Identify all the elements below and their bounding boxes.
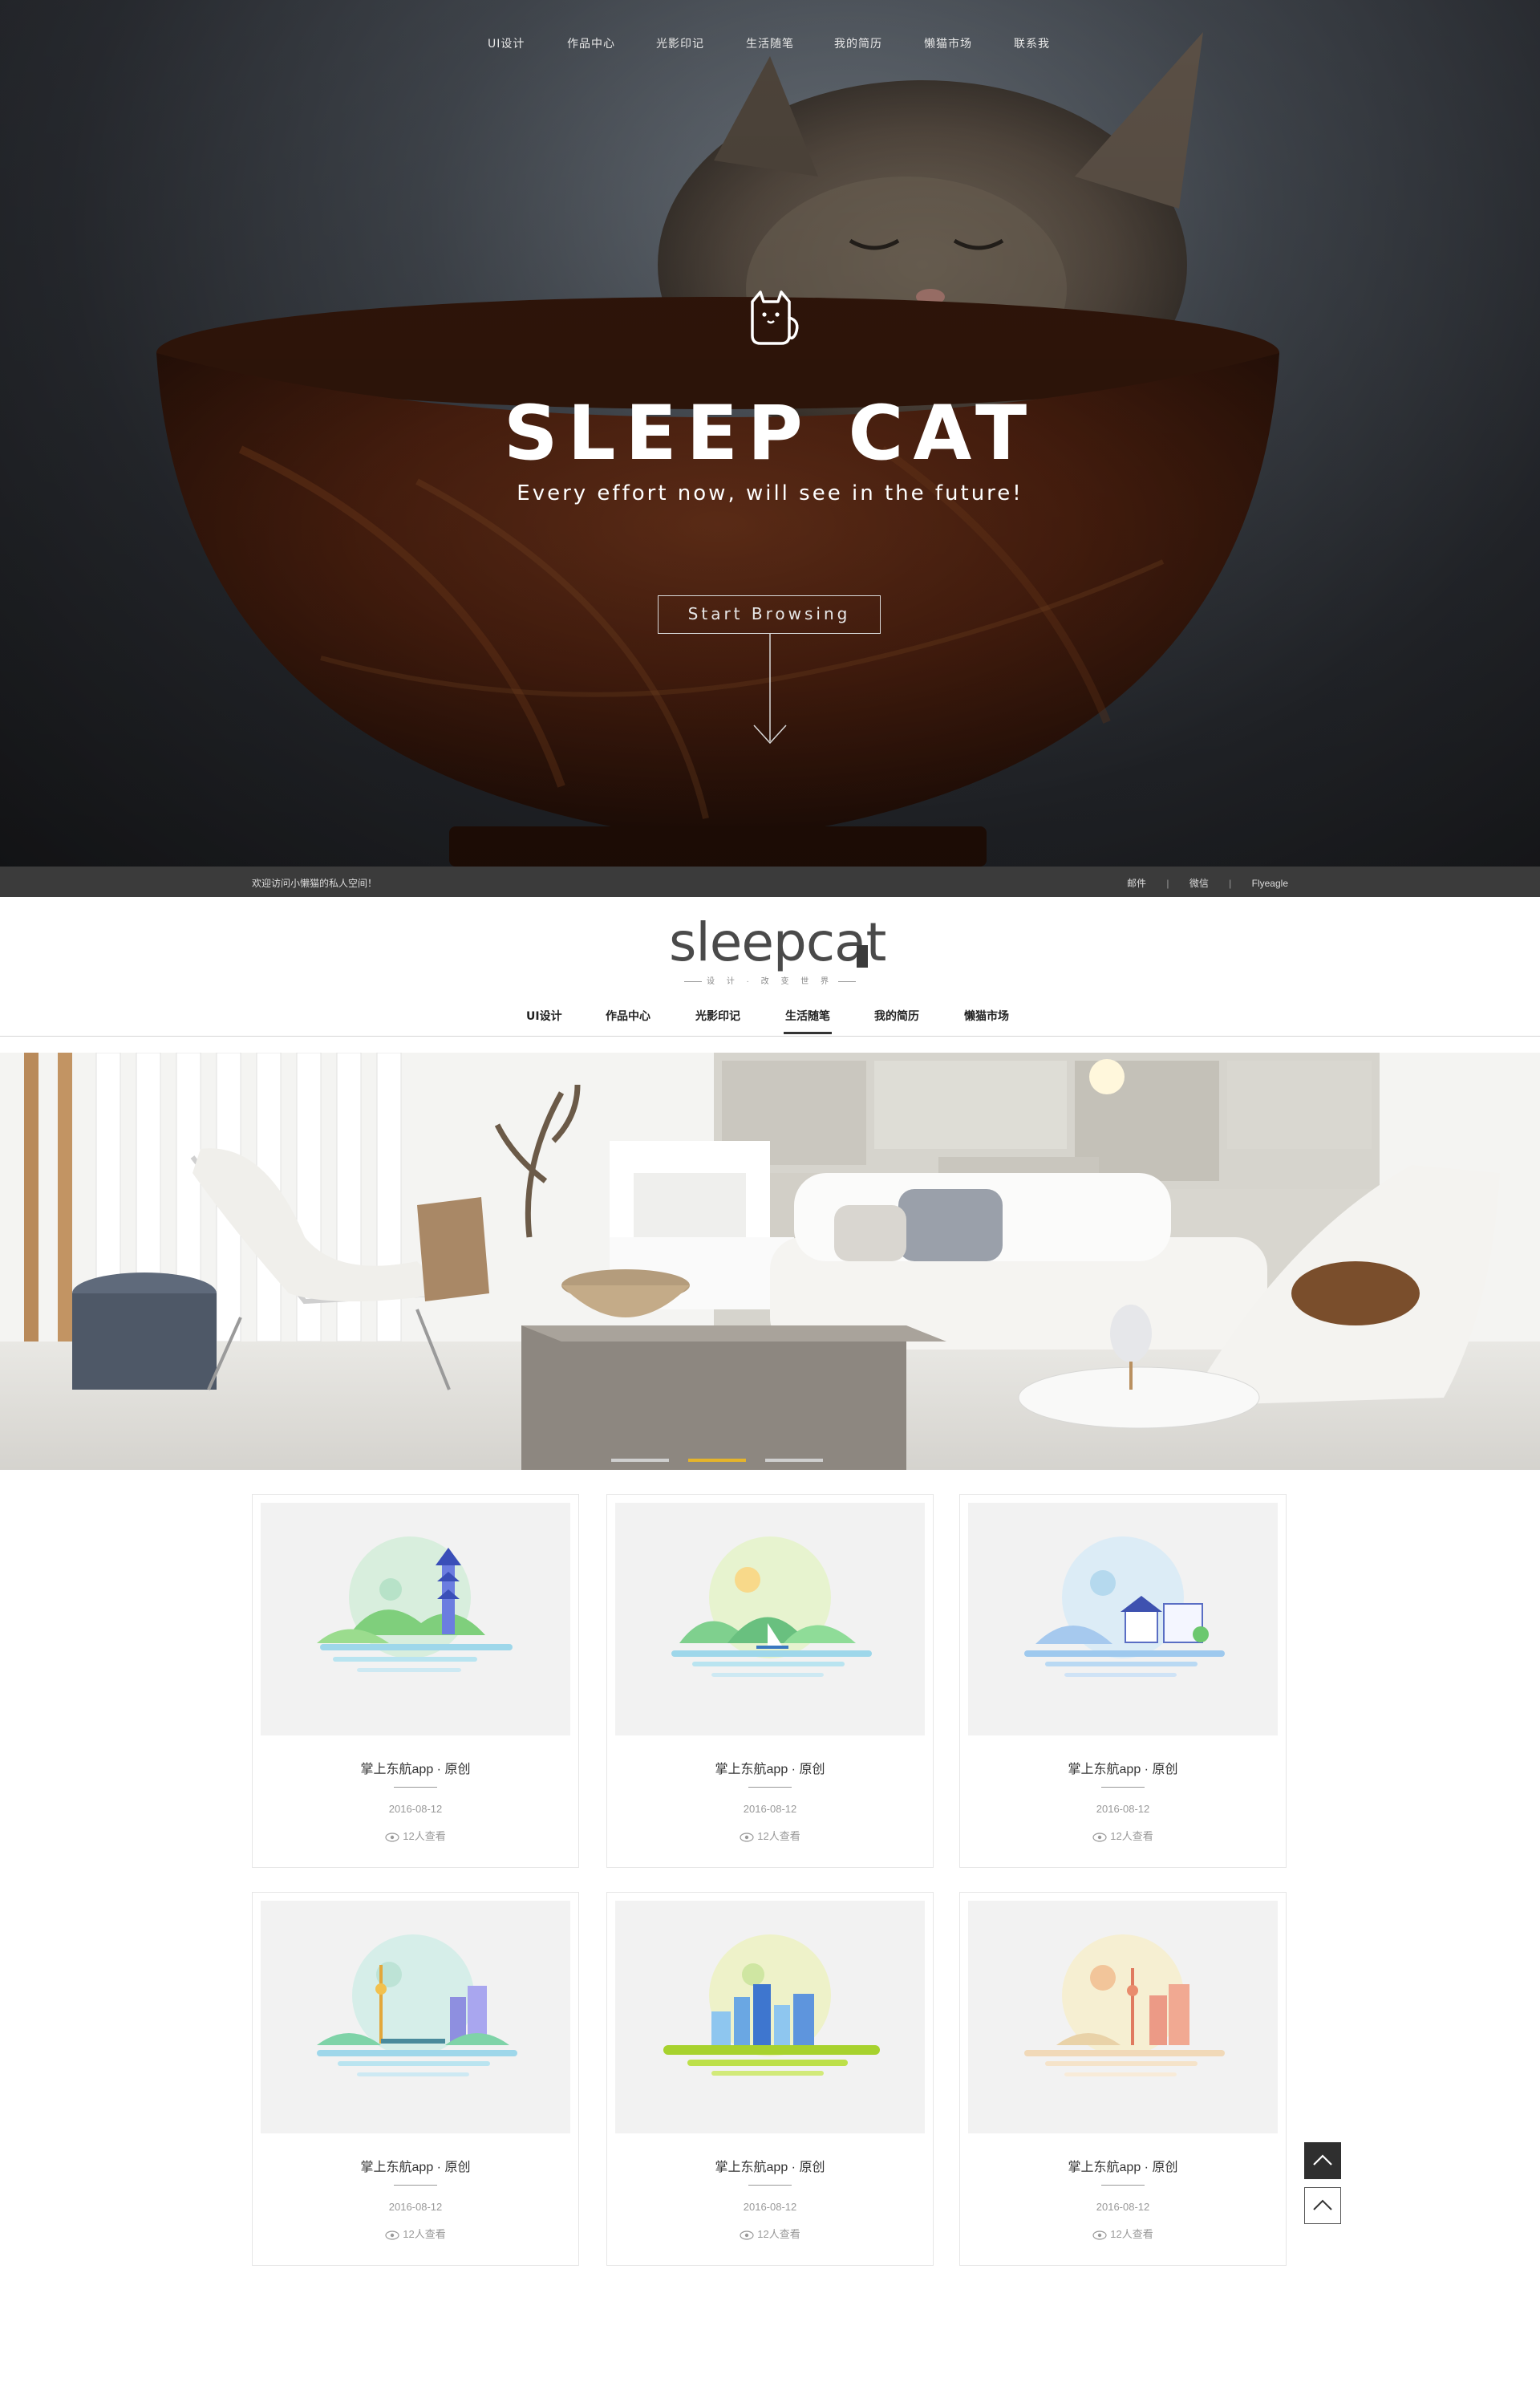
start-browsing-button[interactable]: Start Browsing (658, 595, 881, 634)
hero-subtitle: Every effort now, will see in the future… (517, 481, 1023, 505)
main-nav-essays[interactable]: 生活随笔 (784, 1008, 832, 1034)
card-title[interactable]: 掌上东航app · 原创 (960, 2156, 1286, 2175)
card-views: 12人查看 (253, 1828, 578, 1843)
chevron-up-icon (1313, 2199, 1332, 2210)
flyeagle-link[interactable]: Flyeagle (1252, 878, 1288, 889)
main-nav-resume[interactable]: 我的简历 (874, 1008, 919, 1024)
brand-name: sleepcat (669, 911, 886, 973)
eye-icon (1092, 1832, 1107, 1842)
card-views-count: 12人查看 (1110, 2228, 1153, 2240)
city-green-illustration (663, 1934, 880, 2076)
card-title[interactable]: 掌上东航app · 原创 (607, 1758, 933, 1777)
card-thumbnail (968, 1901, 1278, 2133)
hero-nav-ui-design[interactable]: UI设计 (488, 35, 525, 51)
city-warm-illustration (1024, 1934, 1225, 2076)
hero-nav-works[interactable]: 作品中心 (567, 35, 615, 51)
hero-nav-market[interactable]: 懒猫市场 (924, 35, 972, 51)
scroll-up-button[interactable] (1304, 2187, 1341, 2224)
work-card[interactable]: 掌上东航app · 原创 2016-08-12 12人查看 (252, 1892, 579, 2266)
brand-logo[interactable]: sleepcat 设 计 · 改 变 世 界 (669, 911, 886, 988)
hero-nav: UI设计 作品中心 光影印记 生活随笔 我的简历 懒猫市场 联系我 (0, 35, 1540, 51)
card-date: 2016-08-12 (388, 1803, 443, 1815)
main-nav-ui-design[interactable]: UI设计 (526, 1008, 562, 1024)
eye-icon (385, 1832, 399, 1842)
card-views: 12人查看 (253, 2226, 578, 2241)
work-card[interactable]: 掌上东航app · 原创 2016-08-12 12人查看 (606, 1892, 934, 2266)
lake-boat-illustration (671, 1536, 872, 1677)
card-date: 2016-08-12 (743, 1803, 797, 1815)
welcome-text: 欢迎访问小懒猫的私人空间！ (252, 878, 378, 889)
village-illustration (1024, 1536, 1225, 1677)
card-views-count: 12人查看 (757, 1830, 800, 1842)
card-title[interactable]: 掌上东航app · 原创 (607, 2156, 933, 2175)
card-views-count: 12人查看 (757, 2228, 800, 2240)
card-views-count: 12人查看 (403, 2228, 446, 2240)
card-thumbnail (261, 1503, 570, 1735)
card-divider (1101, 2185, 1145, 2186)
card-divider (748, 2185, 792, 2186)
card-views: 12人查看 (607, 1828, 933, 1843)
work-card[interactable]: 掌上东航app · 原创 2016-08-12 12人查看 (959, 1892, 1287, 2266)
pagoda-illustration (317, 1536, 513, 1672)
info-bar-links: 邮件 | 微信 | Flyeagle (1109, 876, 1288, 890)
separator: | (1166, 878, 1169, 889)
work-card[interactable]: 掌上东航app · 原创 2016-08-12 12人查看 (252, 1494, 579, 1868)
banner-pagination (0, 1459, 1540, 1462)
work-card[interactable]: 掌上东航app · 原创 2016-08-12 12人查看 (959, 1494, 1287, 1868)
main-nav: UI设计 作品中心 光影印记 生活随笔 我的简历 懒猫市场 (0, 1005, 1540, 1037)
hero-nav-photography[interactable]: 光影印记 (656, 35, 704, 51)
card-divider (1101, 1787, 1145, 1788)
brand-stamp-icon (857, 945, 868, 968)
card-thumbnail (261, 1901, 570, 2133)
separator: | (1229, 878, 1232, 889)
card-thumbnail (615, 1901, 925, 2133)
nav-divider (0, 1036, 1540, 1037)
main-nav-works[interactable]: 作品中心 (606, 1008, 650, 1024)
card-date: 2016-08-12 (388, 2201, 443, 2213)
card-title[interactable]: 掌上东航app · 原创 (960, 1758, 1286, 1777)
chevron-up-icon (1313, 2154, 1332, 2165)
email-link[interactable]: 邮件 (1127, 878, 1146, 889)
banner-dot-2[interactable] (688, 1459, 746, 1462)
card-divider (748, 1787, 792, 1788)
hero-nav-contact[interactable]: 联系我 (1014, 35, 1050, 51)
main-nav-photography[interactable]: 光影印记 (695, 1008, 740, 1024)
eye-icon (740, 2230, 754, 2240)
card-views-count: 12人查看 (1110, 1830, 1153, 1842)
brand-tagline: 设 计 · 改 变 世 界 (669, 974, 871, 986)
card-views: 12人查看 (960, 1828, 1286, 1843)
card-views-count: 12人查看 (403, 1830, 446, 1842)
hero-section: UI设计 作品中心 光影印记 生活随笔 我的简历 懒猫市场 联系我 SLEEP … (0, 0, 1540, 867)
hero-nav-resume[interactable]: 我的简历 (834, 35, 882, 51)
eye-icon (1092, 2230, 1107, 2240)
banner-dot-1[interactable] (611, 1459, 669, 1462)
arrow-down-icon[interactable] (751, 634, 789, 746)
eye-icon (740, 1832, 754, 1842)
banner-image (0, 1053, 1540, 1470)
back-to-top-button[interactable] (1304, 2142, 1341, 2179)
banner-slider[interactable] (0, 1053, 1540, 1470)
card-divider (394, 1787, 437, 1788)
card-date: 2016-08-12 (1096, 2201, 1150, 2213)
tower-bridge-illustration (317, 1934, 517, 2076)
card-title[interactable]: 掌上东航app · 原创 (253, 1758, 578, 1777)
work-card[interactable]: 掌上东航app · 原创 2016-08-12 12人查看 (606, 1494, 934, 1868)
card-title[interactable]: 掌上东航app · 原创 (253, 2156, 578, 2175)
main-nav-market[interactable]: 懒猫市场 (964, 1008, 1009, 1024)
banner-dot-3[interactable] (765, 1459, 823, 1462)
eye-icon (385, 2230, 399, 2240)
card-date: 2016-08-12 (743, 2201, 797, 2213)
card-views: 12人查看 (607, 2226, 933, 2241)
card-thumbnail (615, 1503, 925, 1735)
cat-logo-icon (751, 290, 799, 345)
card-thumbnail (968, 1503, 1278, 1735)
card-views: 12人查看 (960, 2226, 1286, 2241)
card-divider (394, 2185, 437, 2186)
wechat-link[interactable]: 微信 (1189, 878, 1209, 889)
hero-nav-essays[interactable]: 生活随笔 (746, 35, 794, 51)
info-bar: 欢迎访问小懒猫的私人空间！ 邮件 | 微信 | Flyeagle (0, 867, 1540, 897)
hero-title: SLEEP CAT (503, 390, 1037, 477)
card-date: 2016-08-12 (1096, 1803, 1150, 1815)
